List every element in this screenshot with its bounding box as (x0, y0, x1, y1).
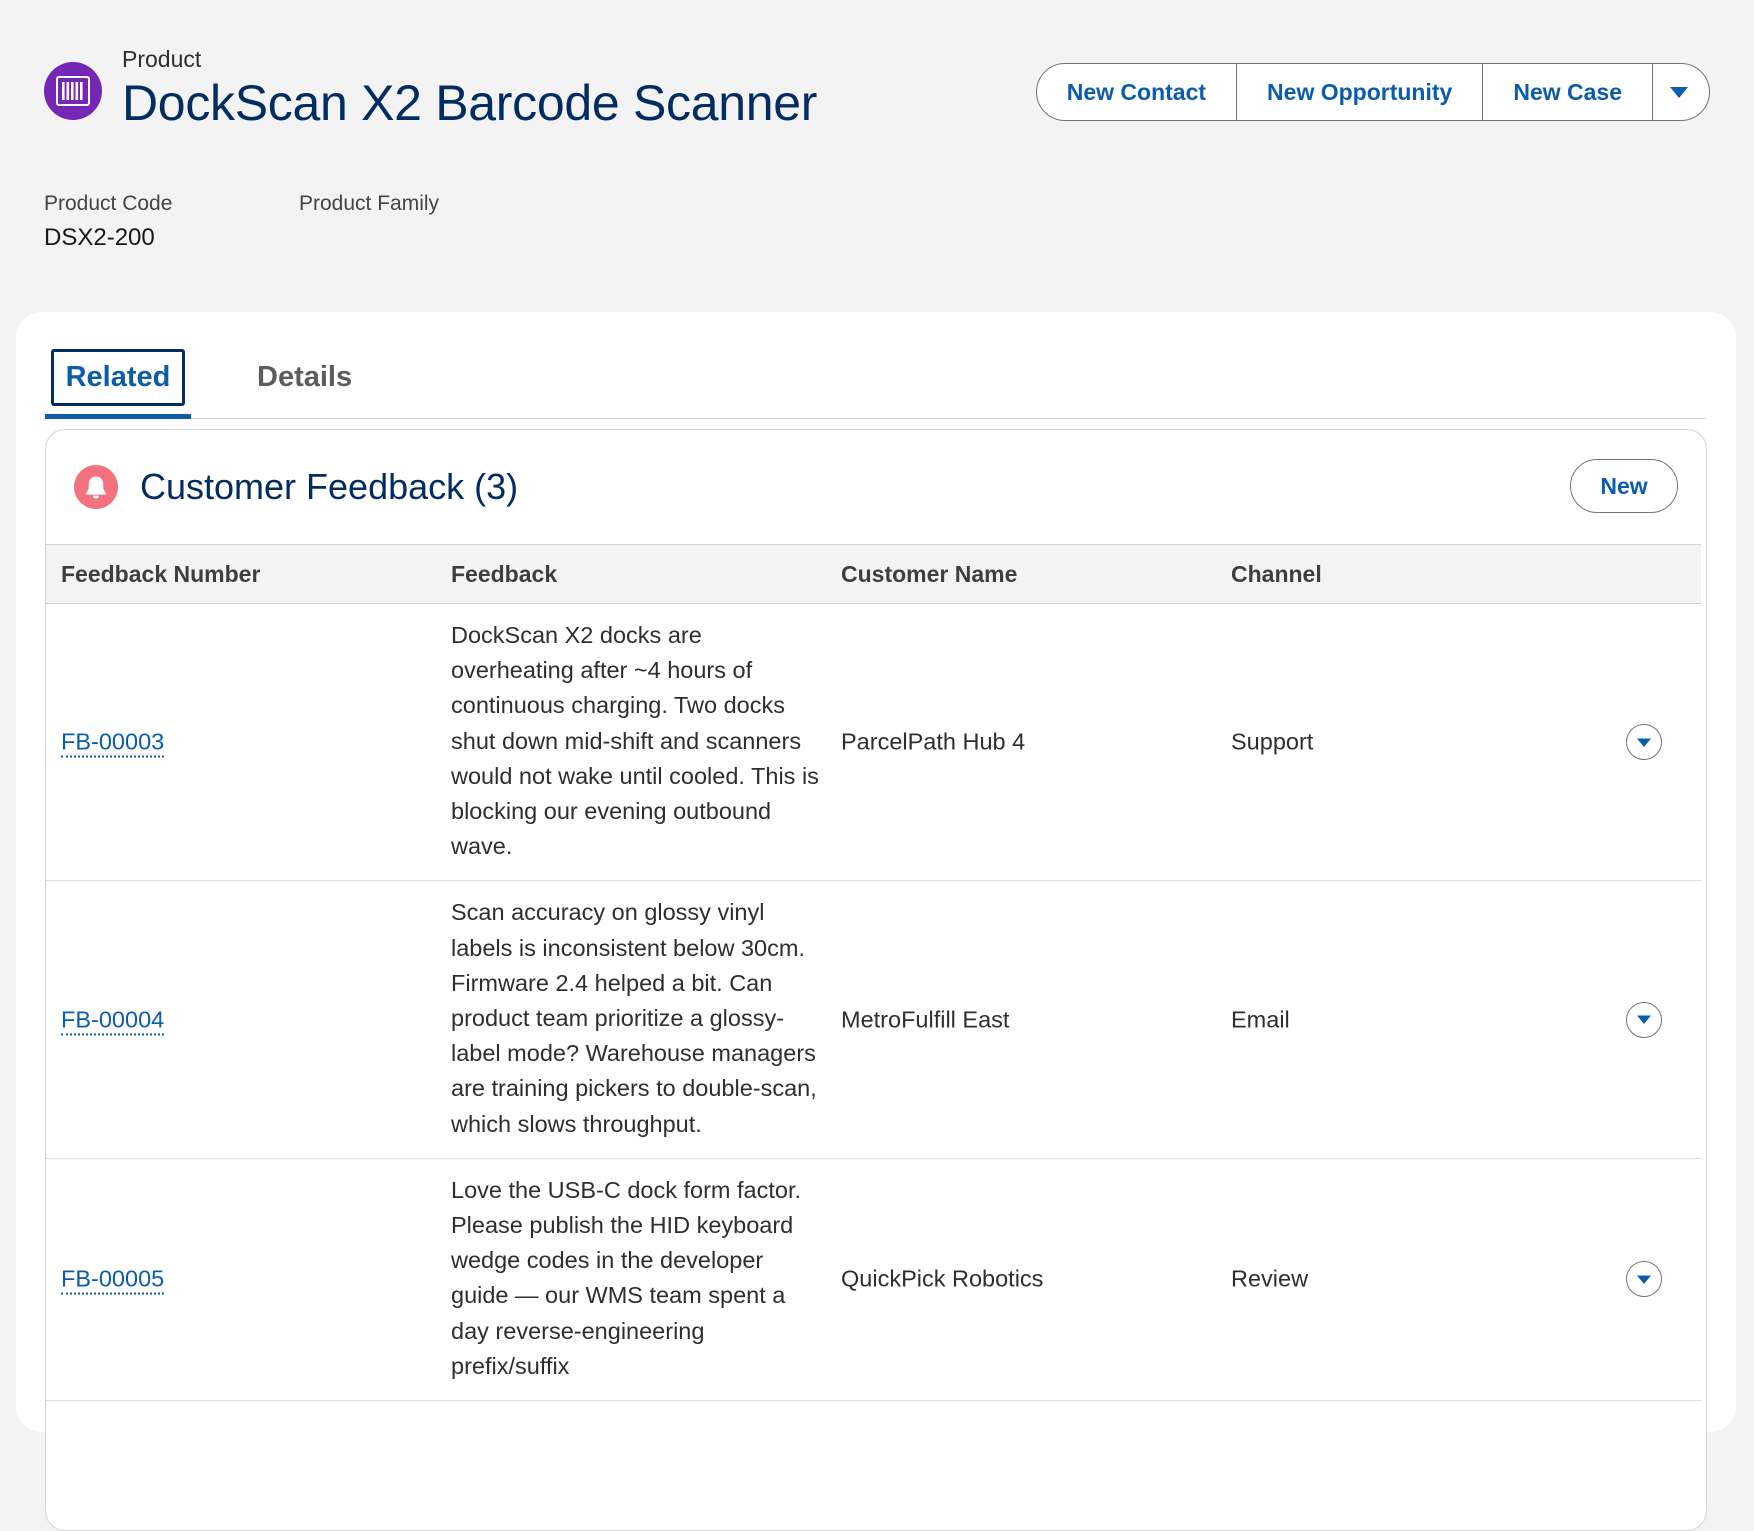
chevron-down-icon (1637, 1015, 1651, 1025)
tab-related-label: Related (50, 348, 186, 406)
feedback-text: Love the USB-C dock form factor. Please … (451, 1176, 802, 1379)
column-header-feedback-number[interactable]: Feedback Number (61, 545, 260, 603)
product-family-label: Product Family (299, 192, 440, 215)
chevron-down-icon (1670, 87, 1688, 98)
related-list-header: Customer Feedback (3) New (46, 430, 1706, 544)
feedback-number-cell: FB-00003 (61, 728, 165, 758)
tab-details[interactable]: Details (257, 340, 352, 414)
feedback-number-cell: FB-00004 (61, 1006, 165, 1036)
channel-cell: Support (1231, 728, 1314, 755)
feedback-number-cell: FB-00005 (61, 1265, 165, 1295)
table-row: Scan accuracy on glossy vinyl labels is … (46, 881, 1701, 1159)
row-action-button[interactable] (1626, 1001, 1662, 1038)
table-header: Feedback Number Feedback Customer Name C… (46, 545, 1701, 604)
channel-cell: Email (1231, 1006, 1290, 1033)
feedback-table: Feedback Number Feedback Customer Name C… (46, 544, 1701, 1402)
main-card: Related Details Customer Feedback (3) Ne… (16, 312, 1736, 1531)
tab-details-label: Details (257, 360, 353, 393)
table-row: DockScan X2 docks are overheating after … (46, 604, 1701, 882)
new-opportunity-button[interactable]: New Opportunity (1237, 64, 1484, 120)
channel-cell: Review (1231, 1265, 1309, 1292)
chevron-down-icon (1637, 738, 1651, 747)
product-code-field: Product Code DSX2-200 (44, 192, 299, 252)
column-header-feedback[interactable]: Feedback (451, 545, 557, 603)
record-actions: New Contact New Opportunity New Case (1035, 63, 1710, 121)
tab-bar: Related Details (45, 340, 1705, 419)
record-title: DockScan X2 Barcode Scanner (122, 75, 818, 131)
chevron-down-icon (1637, 1275, 1651, 1284)
feedback-text: Scan accuracy on glossy vinyl labels is … (451, 899, 817, 1137)
new-case-button[interactable]: New Case (1483, 64, 1653, 120)
product-code-label: Product Code (44, 192, 173, 215)
tab-related[interactable]: Related (45, 340, 191, 419)
related-list-title[interactable]: Customer Feedback (3) (140, 466, 518, 508)
feedback-number-link[interactable]: FB-00003 (61, 728, 165, 758)
feedback-text: DockScan X2 docks are overheating after … (451, 622, 819, 860)
feedback-number-link[interactable]: FB-00004 (61, 1006, 165, 1036)
row-action-button[interactable] (1626, 1261, 1662, 1298)
product-code-value: DSX2-200 (44, 224, 155, 251)
column-header-customer-name[interactable]: Customer Name (841, 545, 1017, 603)
new-feedback-button[interactable]: New (1570, 459, 1678, 513)
customer-feedback-related-list: Customer Feedback (3) New Feedback Numbe… (45, 429, 1707, 1531)
customer-name-cell: ParcelPath Hub 4 (841, 728, 1026, 755)
object-type-label: Product (122, 46, 202, 72)
customer-name-cell: QuickPick Robotics (841, 1265, 1044, 1292)
product-family-field: Product Family (299, 192, 439, 252)
customer-name-cell: MetroFulfill East (841, 1006, 1010, 1033)
highlights-panel: Product Code DSX2-200 Product Family (44, 192, 439, 252)
product-barcode-icon (44, 62, 102, 120)
record-header: Product DockScan X2 Barcode Scanner New … (44, 42, 1710, 142)
more-actions-button[interactable] (1653, 64, 1709, 120)
feedback-number-link[interactable]: FB-00005 (61, 1265, 165, 1295)
table-row: Love the USB-C dock form factor. Please … (46, 1159, 1701, 1402)
new-contact-button[interactable]: New Contact (1037, 64, 1238, 120)
row-action-button[interactable] (1626, 724, 1662, 761)
column-header-channel[interactable]: Channel (1231, 545, 1322, 603)
bell-icon (74, 465, 118, 509)
